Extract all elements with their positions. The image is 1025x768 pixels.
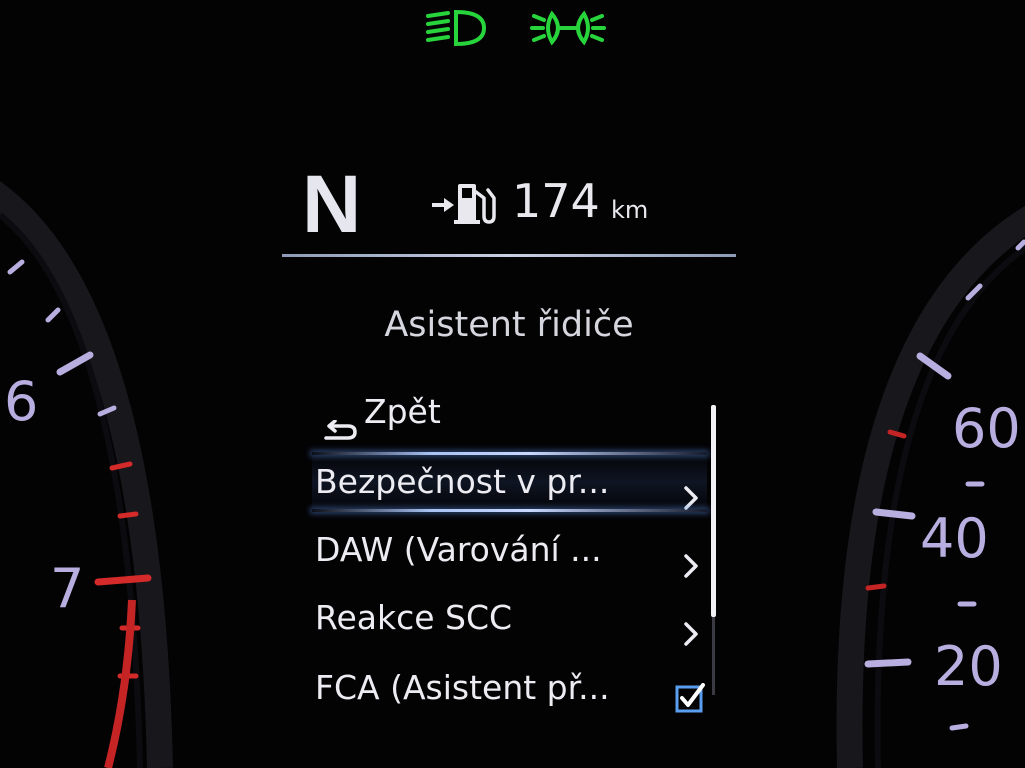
scrollbar-thumb[interactable] (711, 405, 716, 617)
range-value: 174 (512, 174, 600, 228)
back-menu-item[interactable]: Zpět (312, 385, 707, 445)
menu-item-fca[interactable]: FCA (Asistent př... (312, 658, 707, 718)
menu-title: Asistent řidiče (384, 305, 634, 345)
speedometer-label-60: 60 (952, 397, 1021, 460)
range-unit: km (611, 196, 649, 224)
menu-item-label: DAW (Varování ... (315, 530, 602, 569)
checkbox-checked-icon[interactable] (675, 672, 705, 713)
speedometer-label-20: 20 (934, 635, 1003, 698)
position-lights-icon (530, 6, 606, 54)
fuel-range-icon (432, 178, 502, 230)
gear-indicator: N (302, 159, 362, 250)
speedometer-label-40: 40 (920, 507, 989, 570)
tachometer-redline-arc (104, 599, 136, 768)
back-menu-label: Zpět (364, 392, 441, 431)
header-divider (282, 254, 736, 257)
menu-item-scc-response[interactable]: Reakce SCC (312, 588, 707, 648)
tachometer-label-7: 7 (50, 557, 85, 620)
menu-item-daw[interactable]: DAW (Varování ... (312, 520, 707, 580)
low-beam-headlight-icon (424, 6, 490, 54)
menu-item-label: Bezpečnost v pr... (315, 462, 610, 501)
menu-item-driving-safety[interactable]: Bezpečnost v pr... (312, 452, 707, 512)
instrument-gauges-background (0, 181, 1025, 768)
chevron-right-icon (683, 606, 699, 666)
tachometer-label-6: 6 (4, 370, 39, 433)
menu-item-label: FCA (Asistent př... (315, 668, 610, 707)
menu-item-label: Reakce SCC (315, 598, 513, 637)
